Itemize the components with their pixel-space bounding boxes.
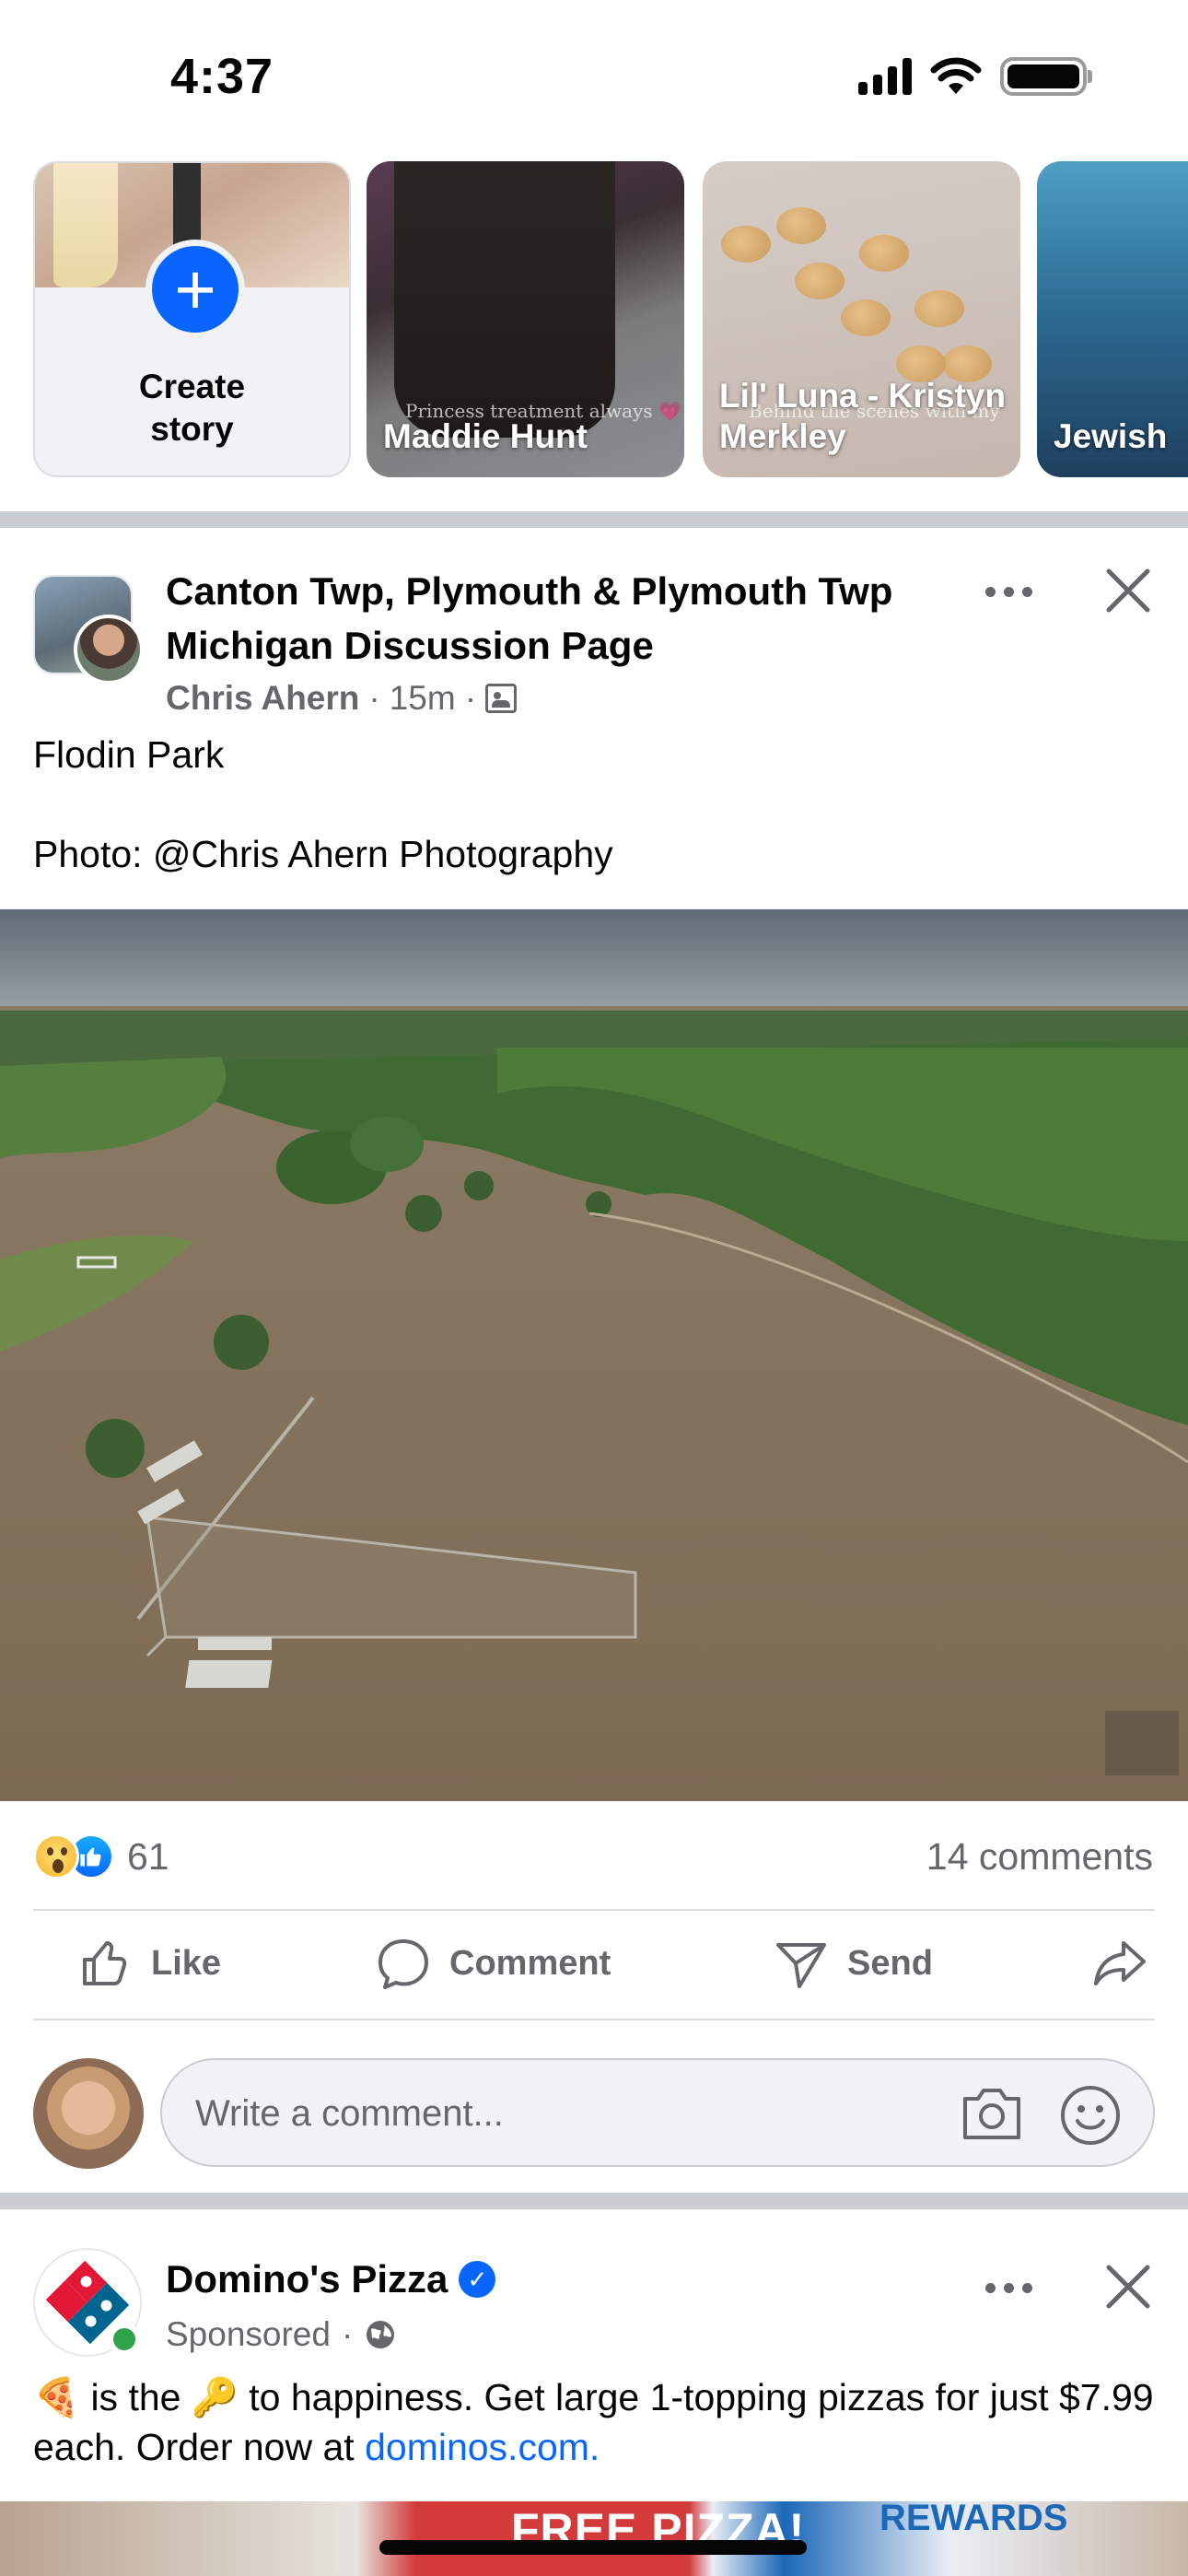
- reactions-row: 61 14 comments: [33, 1829, 1153, 1884]
- send-icon: [776, 1943, 826, 1988]
- divider: [33, 2019, 1155, 2020]
- signal-icon: [858, 58, 912, 95]
- story-author: Lil' Luna - Kristyn Merkley: [719, 377, 1006, 455]
- audience-icon: [485, 684, 518, 713]
- ad-link[interactable]: dominos.com.: [365, 2426, 600, 2468]
- status-time: 4:37: [170, 49, 274, 104]
- globe-icon: [367, 2321, 395, 2348]
- create-story-label: Create story: [138, 368, 246, 448]
- post-author[interactable]: Chris Ahern: [166, 679, 359, 718]
- share-icon: [1094, 1941, 1146, 1985]
- sponsored-post: Domino's Pizza ✓ Sponsored · 🍕 is the 🔑 …: [0, 2216, 1188, 2576]
- like-icon: [83, 1941, 127, 1985]
- like-button[interactable]: Like: [77, 1936, 221, 1991]
- create-story-card[interactable]: + Create story: [33, 161, 351, 477]
- post-photo[interactable]: [0, 909, 1188, 1801]
- comments-count[interactable]: 14 comments: [926, 1835, 1153, 1879]
- comment-placeholder: Write a comment...: [195, 2093, 504, 2134]
- post-time[interactable]: 15m: [390, 679, 456, 718]
- wow-reaction-icon[interactable]: [33, 1833, 79, 1879]
- sponsored-meta: Sponsored ·: [166, 2315, 397, 2354]
- comment-input[interactable]: Write a comment...: [160, 2058, 1155, 2167]
- story-card[interactable]: Behind the scenes with my Lil' Luna - Kr…: [703, 161, 1020, 477]
- ad-text: 🍕 is the 🔑 to happiness. Get large 1-top…: [33, 2376, 1154, 2468]
- group-name[interactable]: Canton Twp, Plymouth & Plymouth Twp Mich…: [166, 564, 967, 673]
- sponsored-label: Sponsored: [166, 2315, 331, 2353]
- battery-icon: [1000, 57, 1092, 96]
- home-indicator[interactable]: [379, 2540, 807, 2555]
- stories-tray: + Create story Princess treatment always…: [0, 161, 1188, 479]
- more-icon[interactable]: [976, 2269, 1041, 2306]
- plus-icon[interactable]: +: [146, 240, 245, 339]
- wifi-icon: [930, 57, 982, 94]
- comment-icon: [379, 1939, 428, 1989]
- share-button[interactable]: [1092, 1936, 1147, 1991]
- online-status-dot: [109, 2324, 140, 2355]
- status-bar: 4:37: [0, 0, 1188, 157]
- close-icon[interactable]: [1098, 560, 1159, 621]
- ad-image[interactable]: FREE PIZZA! REWARDS: [0, 2501, 1188, 2576]
- send-button[interactable]: Send: [774, 1936, 933, 1991]
- section-divider: [0, 2193, 1188, 2209]
- story-author: Maddie Hunt: [383, 417, 588, 455]
- more-icon[interactable]: [976, 573, 1041, 610]
- status-icons: [858, 57, 1092, 96]
- flooded-park-image: [0, 909, 1188, 1801]
- ad-image-rewards-text: REWARDS: [879, 2501, 1068, 2538]
- story-card[interactable]: Princess treatment always 💗 Maddie Hunt: [367, 161, 684, 477]
- comment-composer: Write a comment...: [33, 2058, 1155, 2169]
- close-icon[interactable]: [1098, 2256, 1159, 2317]
- author-avatar[interactable]: [74, 615, 144, 685]
- post-text: Flodin Park Photo: @Chris Ahern Photogra…: [33, 733, 613, 875]
- camera-icon[interactable]: [960, 2084, 1024, 2143]
- verified-icon: ✓: [459, 2261, 496, 2298]
- post-meta: Chris Ahern · 15m ·: [166, 679, 518, 718]
- post-actions: Like Comment Send: [33, 1910, 1155, 2019]
- advertiser-name[interactable]: Domino's Pizza ✓: [166, 2257, 496, 2301]
- section-divider: [0, 511, 1188, 528]
- emoji-icon[interactable]: [1059, 2084, 1122, 2147]
- reaction-count[interactable]: 61: [127, 1835, 169, 1879]
- my-avatar[interactable]: [33, 2058, 144, 2169]
- post-header: Canton Twp, Plymouth & Plymouth Twp Mich…: [0, 527, 1188, 914]
- story-author: Jewish: [1054, 417, 1168, 455]
- story-card[interactable]: Jewish: [1037, 161, 1188, 477]
- comment-button[interactable]: Comment: [376, 1936, 611, 1991]
